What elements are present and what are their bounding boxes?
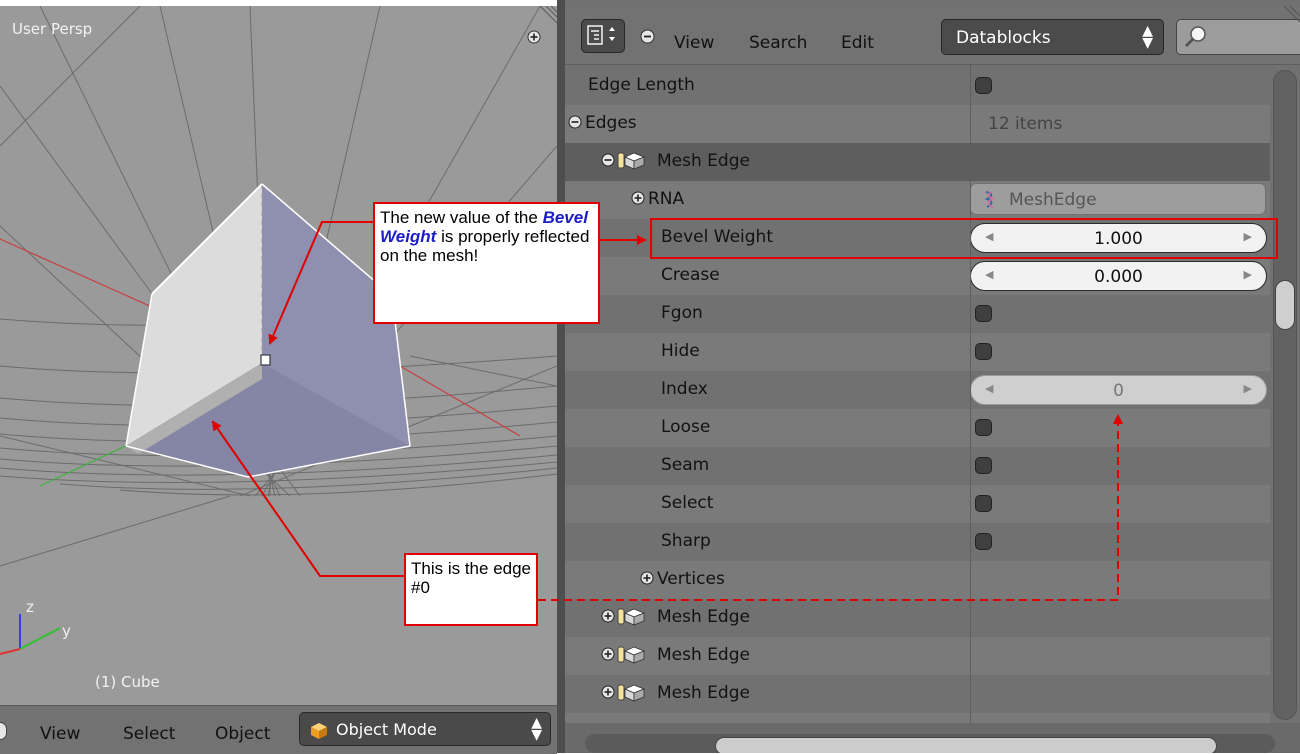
outliner-icon [587, 25, 615, 45]
row-label: Seam [661, 455, 710, 475]
row-label: Edges [585, 113, 637, 133]
mode-select-dropdown[interactable]: Object Mode ▲ ▼ [299, 712, 551, 746]
outliner-row-select[interactable]: Select [565, 485, 1270, 523]
viewport-object-menu[interactable]: Object [215, 724, 270, 744]
active-object-label: (1) Cube [95, 673, 160, 691]
mesh-edge-icon [617, 608, 646, 626]
outliner-row-mesh-edge[interactable]: Mesh Edge [565, 675, 1270, 713]
callout-text: The new value of the [380, 208, 538, 227]
row-label: RNA [648, 189, 685, 209]
area-separator[interactable] [557, 0, 565, 753]
outliner-row-seam[interactable]: Seam [565, 447, 1270, 485]
row-label: Edge Length [588, 75, 695, 95]
collapse-icon[interactable] [568, 115, 582, 129]
collapse-menus-icon[interactable] [640, 29, 655, 44]
outliner-row-index[interactable]: Index ◀ 0 ▶ [565, 371, 1270, 409]
outliner-row-fgon[interactable]: Fgon [565, 295, 1270, 333]
outliner-row-rna[interactable]: RNA MeshEdge [565, 181, 1270, 219]
outliner-row-hide[interactable]: Hide [565, 333, 1270, 371]
row-label: Loose [661, 417, 711, 437]
outliner-row-crease[interactable]: Crease ◀ 0.000 ▶ [565, 257, 1270, 295]
outliner-editor: View Search Edit Datablocks ▲ ▼ Edge Leng… [565, 0, 1300, 753]
corner-handle-icon[interactable] [1284, 6, 1300, 22]
expand-icon[interactable] [601, 647, 615, 661]
expand-icon[interactable] [601, 685, 615, 699]
axis-y-label: y [62, 622, 71, 640]
outliner-row-edges[interactable]: Edges 12 items [565, 105, 1270, 143]
edge-length-checkbox[interactable] [975, 77, 992, 94]
viewport-scene: z y [0, 6, 557, 655]
viewport-title: User Persp [12, 20, 93, 38]
mode-select-label: Object Mode [336, 720, 437, 739]
row-label: Index [661, 379, 708, 399]
row-label: Mesh Edge [657, 645, 750, 665]
axis-z-label: z [26, 598, 34, 616]
search-icon [1184, 26, 1206, 48]
annotation-callout-edge-0: This is the edge #0 [404, 553, 538, 626]
row-label: Fgon [661, 303, 703, 323]
vertical-scrollbar[interactable] [1273, 70, 1297, 720]
mesh-edge-icon [617, 646, 646, 664]
crease-field[interactable]: ◀ 0.000 ▶ [970, 261, 1267, 291]
expand-icon[interactable] [640, 571, 654, 585]
3d-viewport[interactable]: z y User Persp (1) Cube [0, 6, 557, 753]
outliner-row-mesh-edge[interactable]: Mesh Edge [565, 143, 1270, 181]
row-label: Mesh Edge [657, 151, 750, 171]
display-mode-label: Datablocks [956, 28, 1051, 48]
updown-arrows-icon: ▲ ▼ [1142, 23, 1153, 51]
cube-icon [311, 723, 327, 739]
row-label: Vertices [657, 569, 725, 589]
row-label: Hide [661, 341, 700, 361]
updown-arrows-icon: ▲ ▼ [531, 715, 542, 743]
outliner-row-sharp[interactable]: Sharp [565, 523, 1270, 561]
loose-checkbox[interactable] [975, 419, 992, 436]
rna-pointer-field[interactable]: MeshEdge [970, 183, 1266, 215]
viewport-select-menu[interactable]: Select [123, 724, 175, 744]
row-label: Crease [661, 265, 720, 285]
search-input[interactable] [1176, 19, 1300, 55]
index-field: ◀ 0 ▶ [970, 375, 1267, 405]
outliner-row-mesh-edge[interactable]: Mesh Edge [565, 637, 1270, 675]
outliner-edit-menu[interactable]: Edit [841, 33, 874, 53]
outliner-header: View Search Edit Datablocks ▲ ▼ [565, 6, 1300, 65]
outliner-row-vertices[interactable]: Vertices [565, 561, 1270, 599]
add-icon[interactable] [527, 30, 541, 44]
rna-value: MeshEdge [1009, 190, 1097, 210]
sharp-checkbox[interactable] [975, 533, 992, 550]
expand-icon[interactable] [631, 191, 645, 205]
viewport-view-menu[interactable]: View [40, 724, 80, 744]
annotation-callout-bevel-weight: The new value of the Bevel Weight is pro… [373, 202, 600, 324]
bevel-weight-highlight [650, 218, 1278, 259]
crease-value: 0.000 [1094, 267, 1143, 287]
fgon-checkbox[interactable] [975, 305, 992, 322]
mesh-edge-icon [617, 684, 646, 702]
editor-type-edge-icon[interactable] [0, 722, 7, 740]
display-mode-dropdown[interactable]: Datablocks ▲ ▼ [941, 19, 1164, 55]
increment-arrow-icon: ▶ [1243, 382, 1252, 395]
row-label: Mesh Edge [657, 683, 750, 703]
outliner-search-menu[interactable]: Search [749, 33, 807, 53]
horizontal-scrollbar-thumb[interactable] [715, 737, 1217, 753]
expand-icon[interactable] [601, 609, 615, 623]
editor-type-button[interactable] [581, 19, 625, 53]
row-label: Select [661, 493, 714, 513]
rna-icon [984, 191, 995, 209]
increment-arrow-icon[interactable]: ▶ [1244, 268, 1252, 281]
outliner-view-menu[interactable]: View [674, 33, 714, 53]
index-value: 0 [1113, 381, 1124, 401]
mesh-edge-icon [617, 152, 646, 170]
vertical-scrollbar-thumb[interactable] [1275, 280, 1295, 330]
row-label: Sharp [661, 531, 711, 551]
collapse-icon[interactable] [601, 153, 615, 167]
outliner-row-mesh-edge[interactable]: Mesh Edge [565, 599, 1270, 637]
outliner-row-loose[interactable]: Loose [565, 409, 1270, 447]
seam-checkbox[interactable] [975, 457, 992, 474]
callout-text: This is the edge #0 [411, 559, 532, 597]
column-divider [970, 64, 971, 753]
outliner-row-edge-length[interactable]: Edge Length [565, 67, 1270, 105]
edges-count: 12 items [988, 114, 1063, 134]
select-checkbox[interactable] [975, 495, 992, 512]
hide-checkbox[interactable] [975, 343, 992, 360]
row-label: Mesh Edge [657, 607, 750, 627]
